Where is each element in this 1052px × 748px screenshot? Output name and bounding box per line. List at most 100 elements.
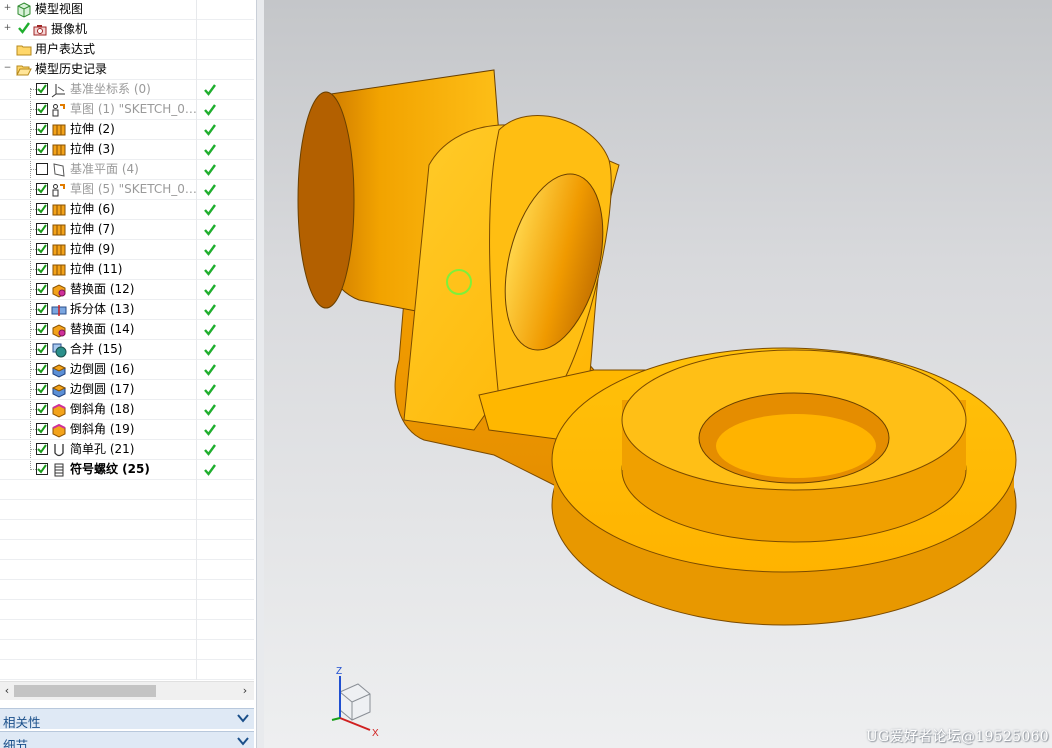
feature-row[interactable]: 符号螺纹 (25) [0,460,254,480]
feature-row[interactable]: 拉伸 (9) [0,240,254,260]
feature-row[interactable]: 倒斜角 (19) [0,420,254,440]
symbolic-thread-icon [51,462,67,478]
feature-visibility-checkbox[interactable] [36,223,48,235]
status-ok-icon [203,443,217,457]
extrude-icon [51,262,67,278]
part-model[interactable] [264,0,1052,748]
status-ok-icon [203,343,217,357]
feature-visibility-checkbox[interactable] [36,123,48,135]
empty-row [0,580,254,600]
feature-row[interactable]: 草图 (1) "SKETCH_0… [0,100,254,120]
feature-row[interactable]: 拉伸 (3) [0,140,254,160]
feature-row[interactable]: 基准坐标系 (0) [0,80,254,100]
tree-node-folder[interactable]: 用户表达式 [0,40,254,60]
feature-label: 倒斜角 (18) [70,402,135,416]
feature-label: 基准平面 (4) [70,162,139,176]
feature-row[interactable]: 简单孔 (21) [0,440,254,460]
split-body-icon [51,302,67,318]
feature-row[interactable]: 拉伸 (7) [0,220,254,240]
status-ok-icon [203,243,217,257]
datum-csys-icon [51,82,67,98]
feature-visibility-checkbox[interactable] [36,323,48,335]
feature-visibility-checkbox[interactable] [36,443,48,455]
expand-icon[interactable]: + [3,24,12,33]
scrollbar-thumb[interactable] [14,685,156,697]
feature-label: 拉伸 (6) [70,202,115,216]
feature-visibility-checkbox[interactable] [36,303,48,315]
status-ok-icon [203,203,217,217]
feature-row[interactable]: 合并 (15) [0,340,254,360]
empty-row [0,480,254,500]
feature-label: 符号螺纹 (25) [70,462,150,476]
empty-row [0,560,254,580]
empty-row [0,500,254,520]
feature-row[interactable]: 草图 (5) "SKETCH_0… [0,180,254,200]
feature-visibility-checkbox[interactable] [36,263,48,275]
empty-row [0,520,254,540]
feature-label: 基准坐标系 (0) [70,82,151,96]
details-panel-header[interactable]: 细节 [0,731,254,748]
status-ok-icon [203,423,217,437]
feature-row[interactable]: 拉伸 (2) [0,120,254,140]
splitter[interactable] [257,0,264,748]
feature-row[interactable]: 边倒圆 (17) [0,380,254,400]
feature-label: 替换面 (12) [70,282,135,296]
feature-visibility-checkbox[interactable] [36,283,48,295]
tree-node-camera[interactable]: + 摄像机 [0,20,254,40]
edge-blend-icon [51,382,67,398]
feature-label: 简单孔 (21) [70,442,135,456]
feature-visibility-checkbox[interactable] [36,103,48,115]
collapse-icon[interactable]: − [3,64,12,73]
camera-icon [32,22,48,38]
chevron-down-icon[interactable] [236,734,250,748]
dependencies-panel-title: 相关性 [3,715,41,730]
scroll-left-icon[interactable]: ‹ [0,684,14,698]
status-ok-icon [203,163,217,177]
empty-row [0,640,254,660]
feature-visibility-checkbox[interactable] [36,463,48,475]
feature-visibility-checkbox[interactable] [36,203,48,215]
feature-visibility-checkbox[interactable] [36,383,48,395]
graphics-window[interactable]: Z X UG爱好者论坛@19525060 [264,0,1052,748]
feature-row[interactable]: 拉伸 (6) [0,200,254,220]
feature-row[interactable]: 拆分体 (13) [0,300,254,320]
feature-row[interactable]: 边倒圆 (16) [0,360,254,380]
tree-node-open-folder[interactable]: − 模型历史记录 [0,60,254,80]
z-axis-label: Z [336,666,342,677]
feature-visibility-checkbox[interactable] [36,83,48,95]
model-views-icon [16,2,32,18]
folder-icon [16,42,32,58]
expand-icon[interactable]: + [3,4,12,13]
empty-row [0,540,254,560]
feature-visibility-checkbox[interactable] [36,143,48,155]
feature-row[interactable]: 倒斜角 (18) [0,400,254,420]
status-ok-icon [203,223,217,237]
feature-label: 拉伸 (7) [70,222,115,236]
empty-row [0,600,254,620]
edge-blend-icon [51,362,67,378]
replace-face-icon [51,322,67,338]
tree-node-model-views[interactable]: + 模型视图 [0,0,254,20]
dependencies-panel-header[interactable]: 相关性 [0,708,254,730]
feature-visibility-checkbox[interactable] [36,343,48,355]
feature-visibility-checkbox[interactable] [36,243,48,255]
feature-label: 拆分体 (13) [70,302,135,316]
feature-visibility-checkbox[interactable] [36,163,48,175]
feature-label: 草图 (5) "SKETCH_0… [70,182,197,196]
feature-visibility-checkbox[interactable] [36,183,48,195]
chevron-down-icon[interactable] [236,711,250,725]
feature-row[interactable]: 拉伸 (11) [0,260,254,280]
feature-row[interactable]: 替换面 (12) [0,280,254,300]
axis-triad: Z X [331,666,379,739]
datum-plane-icon [51,162,67,178]
extrude-icon [51,122,67,138]
feature-visibility-checkbox[interactable] [36,363,48,375]
scroll-right-icon[interactable]: › [238,684,252,698]
feature-visibility-checkbox[interactable] [36,423,48,435]
forum-watermark: UG爱好者论坛@19525060 [865,729,1049,745]
feature-row[interactable]: 基准平面 (4) [0,160,254,180]
tree-horizontal-scrollbar[interactable]: ‹ › [0,681,254,700]
feature-row[interactable]: 替换面 (14) [0,320,254,340]
status-ok-icon [203,103,217,117]
feature-visibility-checkbox[interactable] [36,403,48,415]
